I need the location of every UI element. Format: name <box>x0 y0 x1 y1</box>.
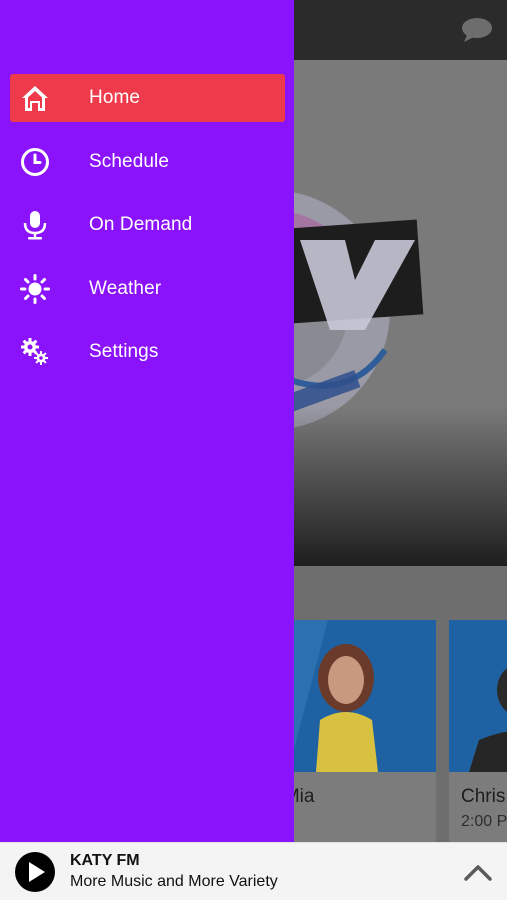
drawer-item-label: Weather <box>89 277 162 299</box>
microphone-icon <box>20 210 50 240</box>
show-card[interactable]: Chris 2:00 P <box>449 620 507 842</box>
sun-icon <box>20 273 50 304</box>
show-card-image <box>449 620 507 772</box>
chat-icon[interactable] <box>461 17 493 43</box>
mini-player[interactable]: KATY FM More Music and More Variety <box>0 842 507 900</box>
home-icon <box>20 83 50 113</box>
show-card-time: 2:00 P <box>461 813 507 830</box>
play-icon <box>29 862 45 882</box>
drawer-item-settings[interactable]: Settings <box>10 328 285 376</box>
station-tagline: More Music and More Variety <box>70 873 278 890</box>
drawer-item-label: On Demand <box>89 214 193 235</box>
drawer-item-label: Schedule <box>89 150 170 172</box>
navigation-drawer: Home Schedule On Demand Weather Settings <box>0 0 294 842</box>
gears-icon <box>20 337 50 367</box>
chevron-up-icon[interactable] <box>463 859 493 885</box>
drawer-item-weather[interactable]: Weather <box>10 265 285 313</box>
station-name: KATY FM <box>70 852 140 869</box>
drawer-item-label: Home <box>89 87 141 108</box>
drawer-menu: Home Schedule On Demand Weather Settings <box>10 74 285 392</box>
drawer-item-home[interactable]: Home <box>10 74 285 122</box>
drawer-item-label: Settings <box>89 341 159 362</box>
clock-icon <box>20 147 50 177</box>
play-button[interactable] <box>15 852 55 892</box>
show-card-title: Chris <box>461 786 506 807</box>
drawer-item-schedule[interactable]: Schedule <box>10 138 285 186</box>
drawer-item-on-demand[interactable]: On Demand <box>10 201 285 249</box>
